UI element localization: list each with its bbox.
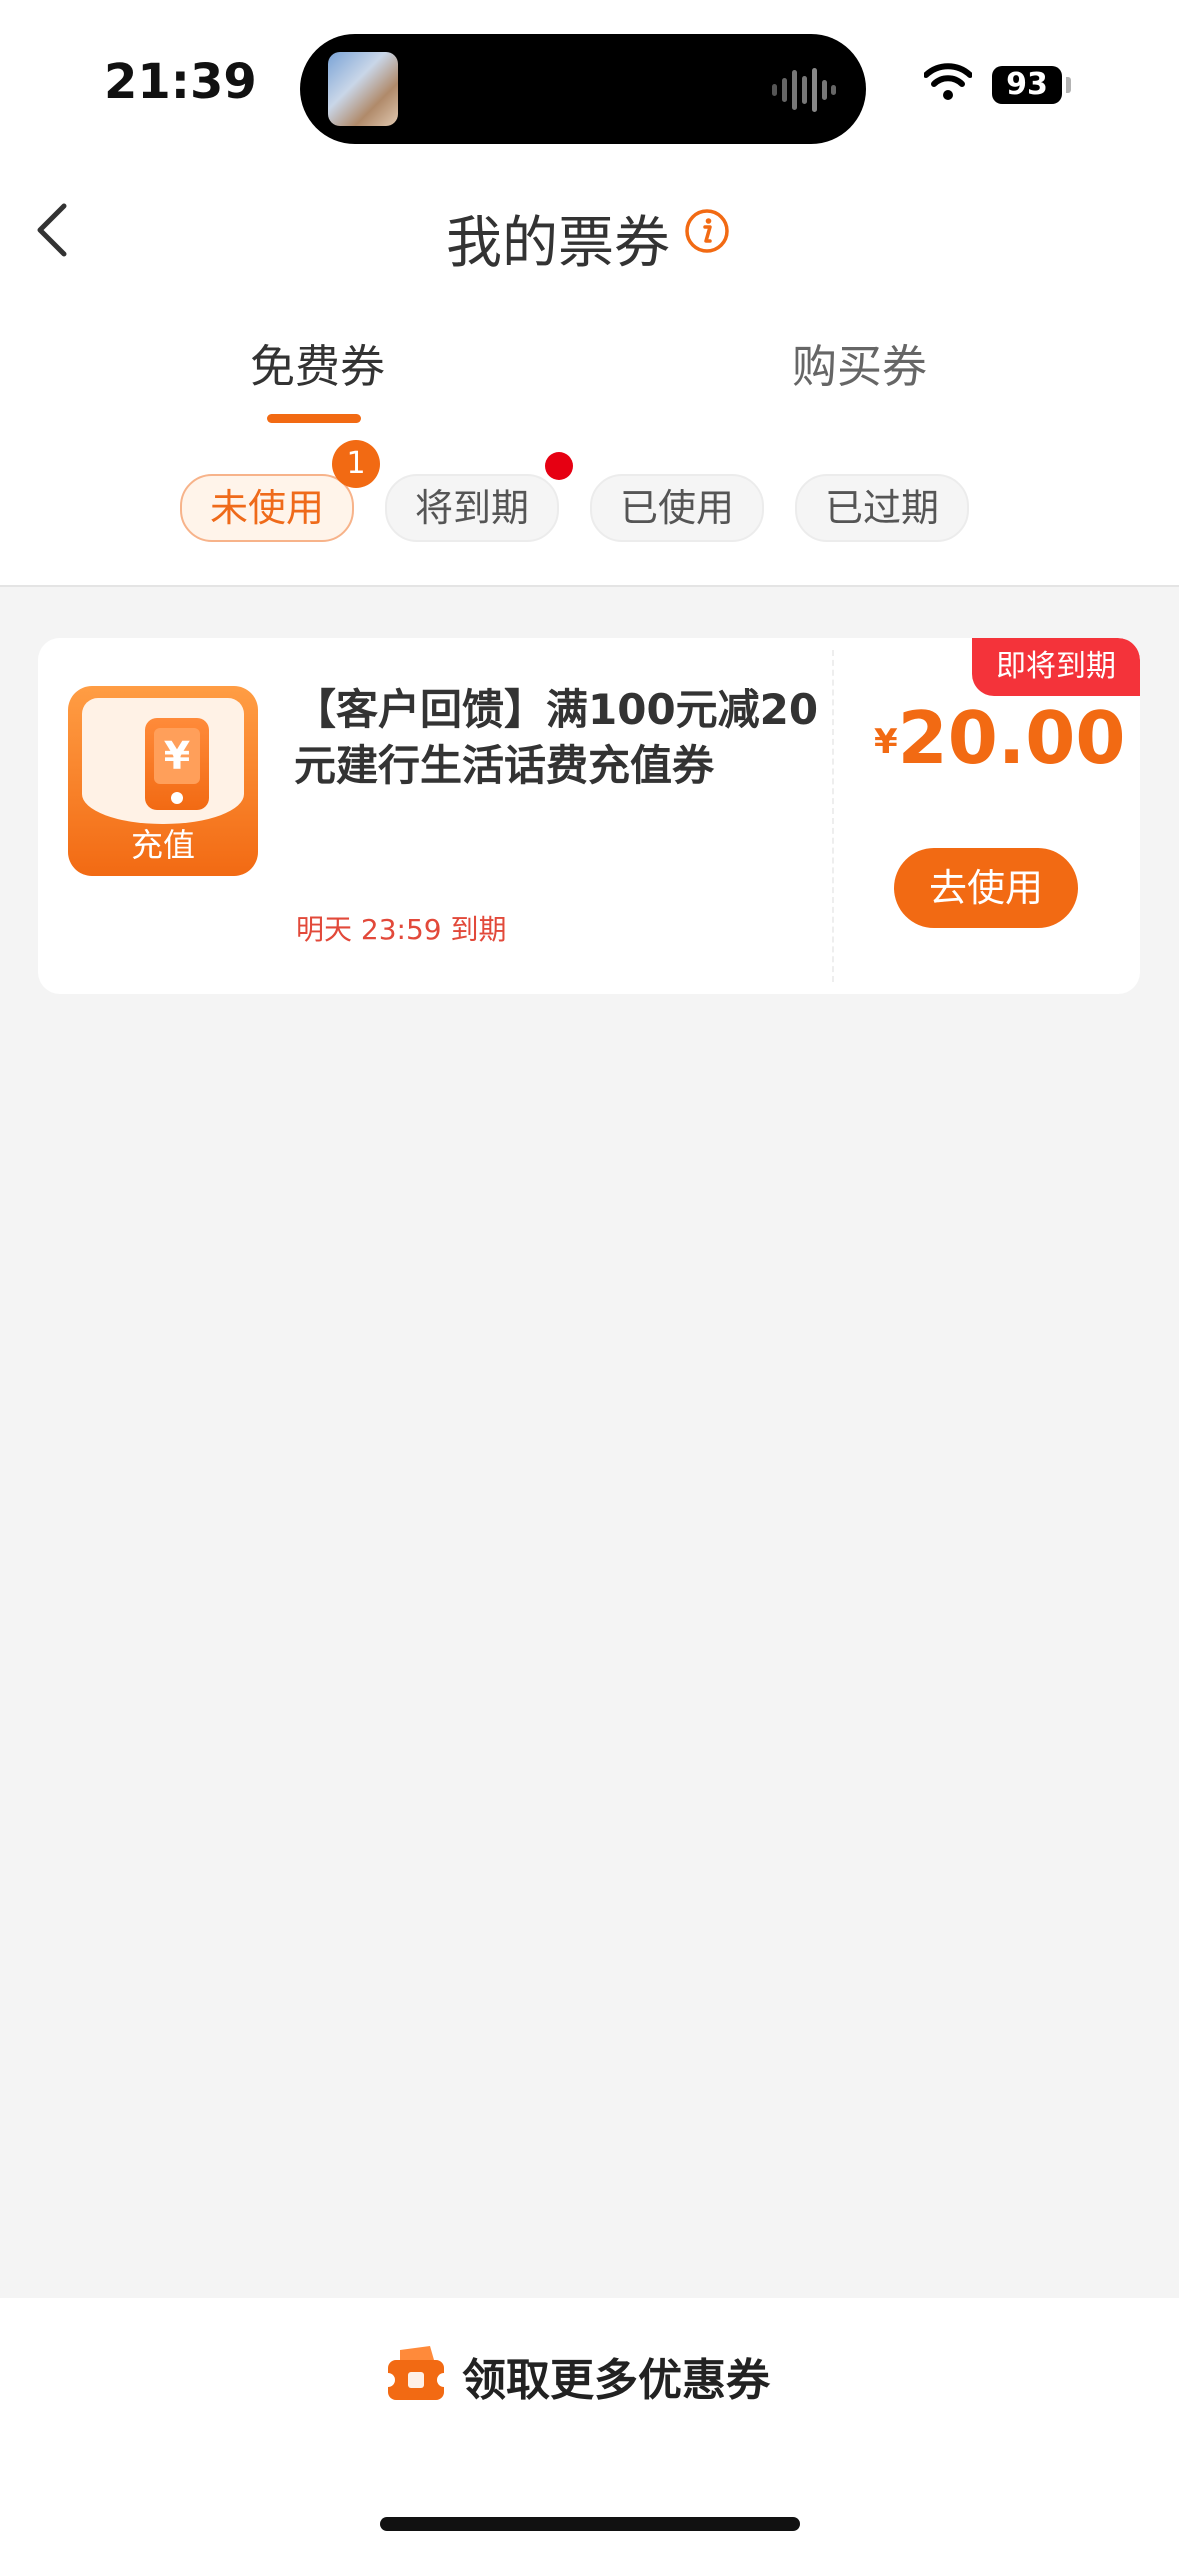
tab-free-coupons[interactable]: 免费券 [250,330,385,395]
info-icon[interactable] [684,208,730,254]
header-divider [0,585,1179,587]
home-indicator[interactable] [380,2517,800,2531]
tab-purchased-coupons[interactable]: 购买券 [792,330,927,395]
get-more-coupons-link[interactable]: 领取更多优惠券 [462,2344,770,2408]
now-playing-avatar [328,52,398,126]
use-coupon-button[interactable]: 去使用 [894,848,1078,928]
coupon-title: 【客户回馈】满100元减20元建行生活话费充值券 [294,685,819,790]
phone-home-button [171,792,183,804]
coupon-card[interactable]: ¥ 充值 【客户回馈】满100元减20元建行生活话费充值券 明天 23:59 到… [38,638,1140,994]
wifi-icon [924,63,972,100]
currency-symbol: ¥ [874,722,898,762]
filter-expired[interactable]: 已过期 [795,474,969,542]
expiring-notification-dot [545,452,573,480]
filter-unused[interactable]: 未使用 [180,474,354,542]
filter-used[interactable]: 已使用 [590,474,764,542]
coupon-icon-ticket: ¥ [82,698,244,824]
coupon-value: ¥20.00 [874,696,1125,780]
phone-recharge-icon: ¥ 充值 [68,686,258,876]
active-tab-indicator [267,414,361,423]
mobile-phone-icon: ¥ [145,718,209,810]
dynamic-island [300,34,866,144]
unused-count-badge: 1 [332,440,380,488]
page-title: 我的票券 [446,211,670,276]
expiring-soon-tag: 即将到期 [972,638,1140,696]
coupon-icon-label: 充值 [130,826,195,864]
yuan-symbol-icon: ¥ [154,728,200,784]
audio-waveform-icon [772,68,836,112]
coupon-amount: 20.00 [897,696,1126,780]
battery-tip [1066,77,1071,93]
coupon-ticket-icon[interactable] [386,2346,446,2402]
battery-indicator: 93 [992,66,1062,104]
coupon-separator [832,650,834,982]
filter-expiring[interactable]: 将到期 [385,474,559,542]
status-time: 21:39 [104,54,257,110]
coupon-expiry: 明天 23:59 到期 [296,913,507,946]
back-arrow-icon[interactable] [30,198,80,262]
